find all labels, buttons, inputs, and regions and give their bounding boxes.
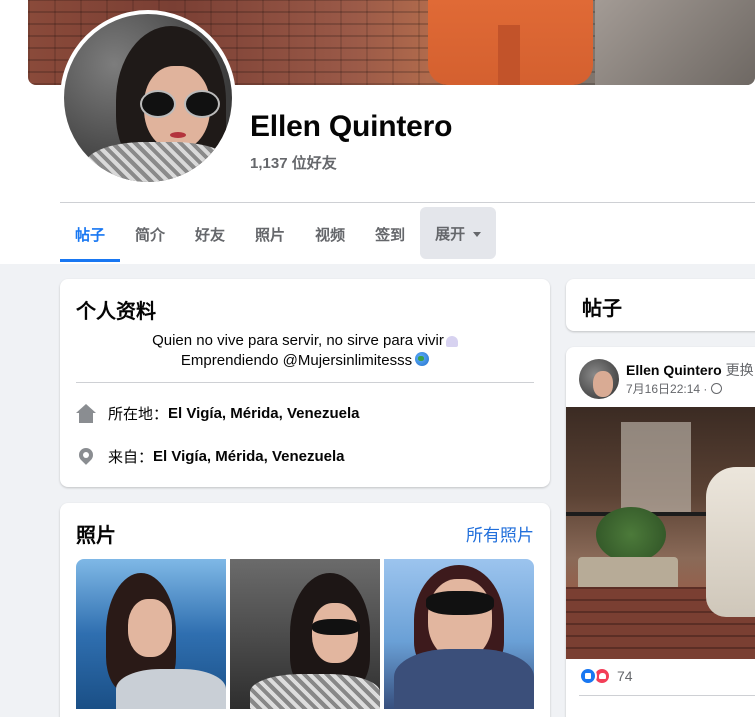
tab-label: 好友 [195,226,226,244]
photos-card: 照片 所有照片 [60,503,550,717]
profile-tabs: 帖子 简介 好友 照片 视频 签到 展开 [60,206,497,262]
avatar-shirt [84,142,232,182]
cover-background [595,0,755,85]
photo-thumbnail[interactable] [76,559,226,709]
profile-header: Ellen Quintero 1,137 位好友 帖子 简介 好友 照片 视频 … [0,0,755,264]
tab-label: 照片 [255,226,286,244]
tab-label: 展开 [435,225,466,243]
intro-card: 个人资料 Quien no vive para servir, no sirve… [60,279,550,487]
home-icon [76,403,96,424]
post-image[interactable] [566,407,755,659]
photo-grid [76,559,534,709]
from-row: 来自： El Vigía, Mérida, Venezuela [76,444,345,467]
tab-label: 视频 [315,226,346,244]
post-reactions[interactable]: 74 [579,667,633,685]
all-photos-link[interactable]: 所有照片 [466,521,534,546]
tab-checkins[interactable]: 签到 [360,206,420,262]
intro-divider [76,382,534,383]
from-label: 来自： [108,449,154,466]
header-divider [60,202,755,203]
post-author-avatar[interactable] [579,359,619,399]
from-value[interactable]: El Vigía, Mérida, Venezuela [153,448,344,465]
post-timestamp[interactable]: 7月16日22:14 · [626,380,707,397]
lives-in-row: 所在地： El Vigía, Mérida, Venezuela [76,403,360,424]
reaction-count: 74 [617,668,633,684]
image-window [621,422,691,512]
tab-posts[interactable]: 帖子 [60,206,121,262]
tab-more[interactable]: 展开 [420,207,497,259]
tab-friends[interactable]: 好友 [180,206,240,262]
tab-about[interactable]: 简介 [120,206,180,262]
intro-title: 个人资料 [76,301,156,323]
post-action-text: 更换 [725,362,754,378]
public-globe-icon [711,383,723,394]
tab-label: 签到 [375,226,406,244]
location-pin-icon [76,444,96,467]
photo-thumbnail[interactable] [384,559,534,709]
tab-photos[interactable]: 照片 [240,206,300,262]
lives-in-value[interactable]: El Vigía, Mérida, Venezuela [168,405,359,422]
post-card: Ellen Quintero 更换 7月16日22:14 · 74 [566,347,755,717]
posts-header-card: 帖子 [566,279,755,331]
avatar-sunglasses [140,90,220,118]
tab-label: 帖子 [75,226,106,244]
tab-label: 简介 [135,226,166,244]
tab-videos[interactable]: 视频 [300,206,360,262]
avatar-lips [170,132,186,138]
friends-count[interactable]: 1,137 位好友 [250,152,337,173]
globe-emoji-icon [415,352,430,366]
profile-name: Ellen Quintero [250,110,453,143]
posts-title: 帖子 [582,298,622,320]
heart-emoji-icon [445,335,458,347]
post-author-name[interactable]: Ellen Quintero [626,362,722,378]
bio-line-2: Emprendiendo @Mujersinlimitesss [180,352,413,369]
post-divider [579,695,755,696]
like-reaction-icon [579,667,597,685]
lives-in-label: 所在地： [108,406,169,423]
caret-down-icon [473,231,482,237]
bio-text: Quien no vive para servir, no sirve para… [76,331,534,371]
photos-title: 照片 [76,525,116,547]
post-meta: 7月16日22:14 · [626,380,723,397]
profile-avatar[interactable] [64,14,232,182]
image-person [706,467,755,617]
photo-thumbnail[interactable] [230,559,380,709]
post-author-line: Ellen Quintero 更换 [626,360,754,380]
bio-line-1: Quien no vive para servir, no sirve para… [152,332,444,349]
cover-figure [428,0,593,85]
image-plant [596,507,666,562]
